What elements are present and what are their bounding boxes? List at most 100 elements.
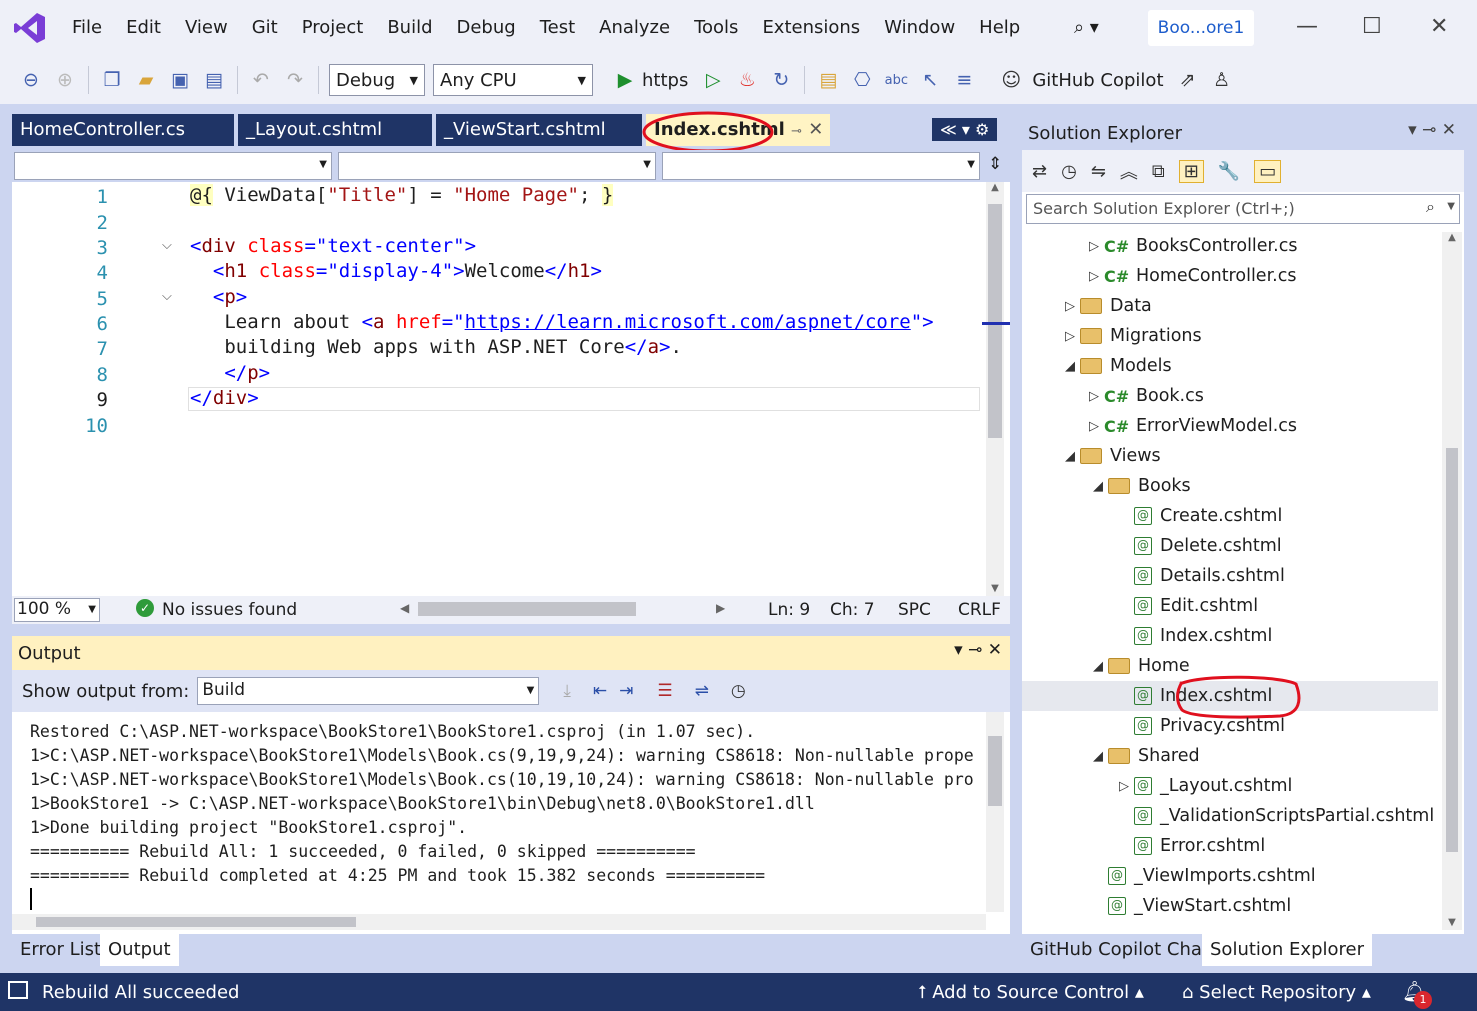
timestamp-icon[interactable]: ◷ (731, 681, 746, 701)
start-debugging-icon[interactable]: ▶ (611, 66, 639, 94)
collapse-icon[interactable]: ⌵ (162, 238, 172, 253)
prev-message-icon[interactable]: ⇤ (593, 681, 607, 701)
tree-item[interactable]: ▷ Migrations (1060, 321, 1202, 351)
split-editor-icon[interactable]: ⇕ (988, 154, 1002, 174)
tree-item[interactable]: ▷ Data (1060, 291, 1152, 321)
tree-item[interactable]: @ Privacy.cshtml (1134, 711, 1285, 741)
whitespace-indicator[interactable]: SPC (898, 600, 931, 620)
tree-item[interactable]: ▷ C# HomeController.cs (1084, 261, 1296, 291)
collapse-arrow-icon[interactable]: ◢ (1060, 449, 1080, 464)
menu-item-test[interactable]: Test (528, 0, 587, 56)
scroll-right-icon[interactable]: ▶ (716, 601, 725, 615)
tree-item[interactable]: @ Edit.cshtml (1134, 591, 1258, 621)
scroll-thumb[interactable] (988, 204, 1002, 438)
collapse-arrow-icon[interactable]: ◢ (1088, 749, 1108, 764)
menu-item-debug[interactable]: Debug (445, 0, 528, 56)
align-icon[interactable]: ≡ (950, 66, 978, 94)
chevron-down-icon[interactable]: ▼ (1447, 201, 1455, 212)
tree-item[interactable]: ▷ @ _Layout.cshtml (1114, 771, 1292, 801)
scroll-up-icon[interactable]: ▲ (1442, 232, 1462, 243)
menu-item-tools[interactable]: Tools (682, 0, 750, 56)
restart-icon[interactable]: ↻ (767, 66, 795, 94)
tree-item[interactable]: @ _ValidationScriptsPartial.cshtml (1134, 801, 1434, 831)
run-target-button[interactable]: https (642, 70, 688, 91)
forward-icon[interactable]: ⊕ (51, 66, 79, 94)
column-indicator[interactable]: Ch: 7 (830, 600, 875, 620)
open-folder-icon[interactable]: ▰ (132, 66, 160, 94)
tree-item[interactable]: ▷ C# ErrorViewModel.cs (1084, 411, 1297, 441)
save-all-icon[interactable]: ▤ (200, 66, 228, 94)
platform-dropdown[interactable]: Any CPU ▼ (433, 64, 593, 96)
collapse-arrow-icon[interactable]: ◢ (1060, 359, 1080, 374)
horizontal-scroll-thumb[interactable] (418, 602, 636, 616)
redo-icon[interactable]: ↷ (281, 66, 309, 94)
menu-item-analyze[interactable]: Analyze (587, 0, 682, 56)
scroll-thumb[interactable] (988, 736, 1002, 806)
close-tab-icon[interactable]: ✕ (808, 119, 823, 140)
menu-item-git[interactable]: Git (240, 0, 290, 56)
show-all-files-icon[interactable]: ⧉ (1152, 161, 1165, 182)
undo-icon[interactable]: ↶ (247, 66, 275, 94)
properties-icon[interactable]: 🔧 (1218, 161, 1240, 182)
tree-item[interactable]: @ Details.cshtml (1134, 561, 1285, 591)
tree-item[interactable]: @ _ViewStart.cshtml (1108, 891, 1291, 921)
menu-item-help[interactable]: Help (967, 0, 1032, 56)
browse-folder-icon[interactable]: ▤ (814, 66, 842, 94)
expand-arrow-icon[interactable]: ▷ (1084, 269, 1104, 284)
output-source-dropdown[interactable]: Build ▼ (197, 677, 540, 705)
tree-item[interactable]: @ Index.cshtml (1134, 621, 1272, 651)
line-ending-indicator[interactable]: CRLF (958, 600, 1001, 620)
track-active-icon[interactable]: ▭ (1254, 159, 1282, 183)
copilot-icon[interactable]: ☺ (997, 66, 1025, 94)
visual-studio-logo-icon[interactable] (0, 11, 60, 45)
member-dropdown[interactable]: ▼ (662, 152, 980, 180)
collapse-arrow-icon[interactable]: ◢ (1088, 479, 1108, 494)
close-window-icon[interactable]: ✕ (1430, 14, 1448, 39)
expand-arrow-icon[interactable]: ▷ (1084, 389, 1104, 404)
tree-item[interactable]: @ Error.cshtml (1134, 831, 1265, 861)
expand-arrow-icon[interactable]: ▷ (1114, 779, 1134, 794)
type-dropdown[interactable]: ▼ (338, 152, 656, 180)
tree-item[interactable]: ◢ Views (1060, 441, 1161, 471)
menu-item-project[interactable]: Project (290, 0, 376, 56)
tab-error-list[interactable]: Error List (12, 934, 110, 966)
next-message-icon[interactable]: ⇥ (619, 681, 633, 701)
window-options-icons[interactable]: ▾ ⊸ ✕ (954, 640, 1002, 660)
solution-name-badge[interactable]: Boo...ore1 (1148, 10, 1254, 46)
word-wrap-icon[interactable]: ⇌ (695, 681, 709, 701)
maximize-icon[interactable]: ☐ (1362, 14, 1382, 39)
select-repository-button[interactable]: ⌂ Select Repository ▴ (1182, 982, 1371, 1003)
tree-item[interactable]: ◢ Books (1088, 471, 1191, 501)
expand-arrow-icon[interactable]: ▷ (1060, 299, 1080, 314)
output-text-area[interactable]: Restored C:\ASP.NET-workspace\BookStore1… (12, 712, 1010, 934)
menu-item-window[interactable]: Window (872, 0, 967, 56)
start-without-debugging-icon[interactable]: ▷ (699, 66, 727, 94)
tab-layout[interactable]: _Layout.cshtml (238, 114, 432, 146)
new-project-icon[interactable]: ❐ (98, 66, 126, 94)
cursor-select-icon[interactable]: ↖ (916, 66, 944, 94)
menu-item-extensions[interactable]: Extensions (750, 0, 872, 56)
expand-arrow-icon[interactable]: ▷ (1060, 329, 1080, 344)
scroll-left-icon[interactable]: ◀ (400, 601, 409, 615)
output-horizontal-scrollbar[interactable] (12, 914, 986, 930)
scroll-thumb[interactable] (1446, 448, 1458, 852)
tab-solution-explorer[interactable]: Solution Explorer (1202, 934, 1372, 966)
menu-item-edit[interactable]: Edit (114, 0, 173, 56)
collapse-all-icon[interactable]: ︽ (1120, 158, 1138, 184)
search-icon[interactable]: ⌕ ▾ (1062, 0, 1111, 56)
solution-vertical-scrollbar[interactable]: ▲ ▼ (1442, 232, 1462, 930)
spell-check-icon[interactable]: abc (882, 66, 910, 94)
line-indicator[interactable]: Ln: 9 (768, 600, 810, 620)
code-editor[interactable]: 1 2 3 4 5 6 7 8 9 10 ⌵ ⌵ @{ ViewData["Ti… (12, 182, 1010, 596)
feedback-icon[interactable]: ♙ (1208, 66, 1236, 94)
clear-all-icon[interactable]: ☰ (657, 681, 672, 701)
tree-item[interactable]: ▷ C# Book.cs (1084, 381, 1204, 411)
pin-icon[interactable]: ⊸ (791, 124, 802, 139)
menu-item-build[interactable]: Build (375, 0, 444, 56)
window-layout-icon[interactable]: ⎔ (848, 66, 876, 94)
solution-search-box[interactable]: Search Solution Explorer (Ctrl+;) ⌕ ▼ (1026, 194, 1460, 224)
editor-vertical-scrollbar[interactable]: ▲ ▼ (986, 182, 1004, 596)
github-copilot-button[interactable]: GitHub Copilot (1032, 70, 1163, 91)
menu-item-file[interactable]: File (60, 0, 114, 56)
collapse-arrow-icon[interactable]: ◢ (1088, 659, 1108, 674)
